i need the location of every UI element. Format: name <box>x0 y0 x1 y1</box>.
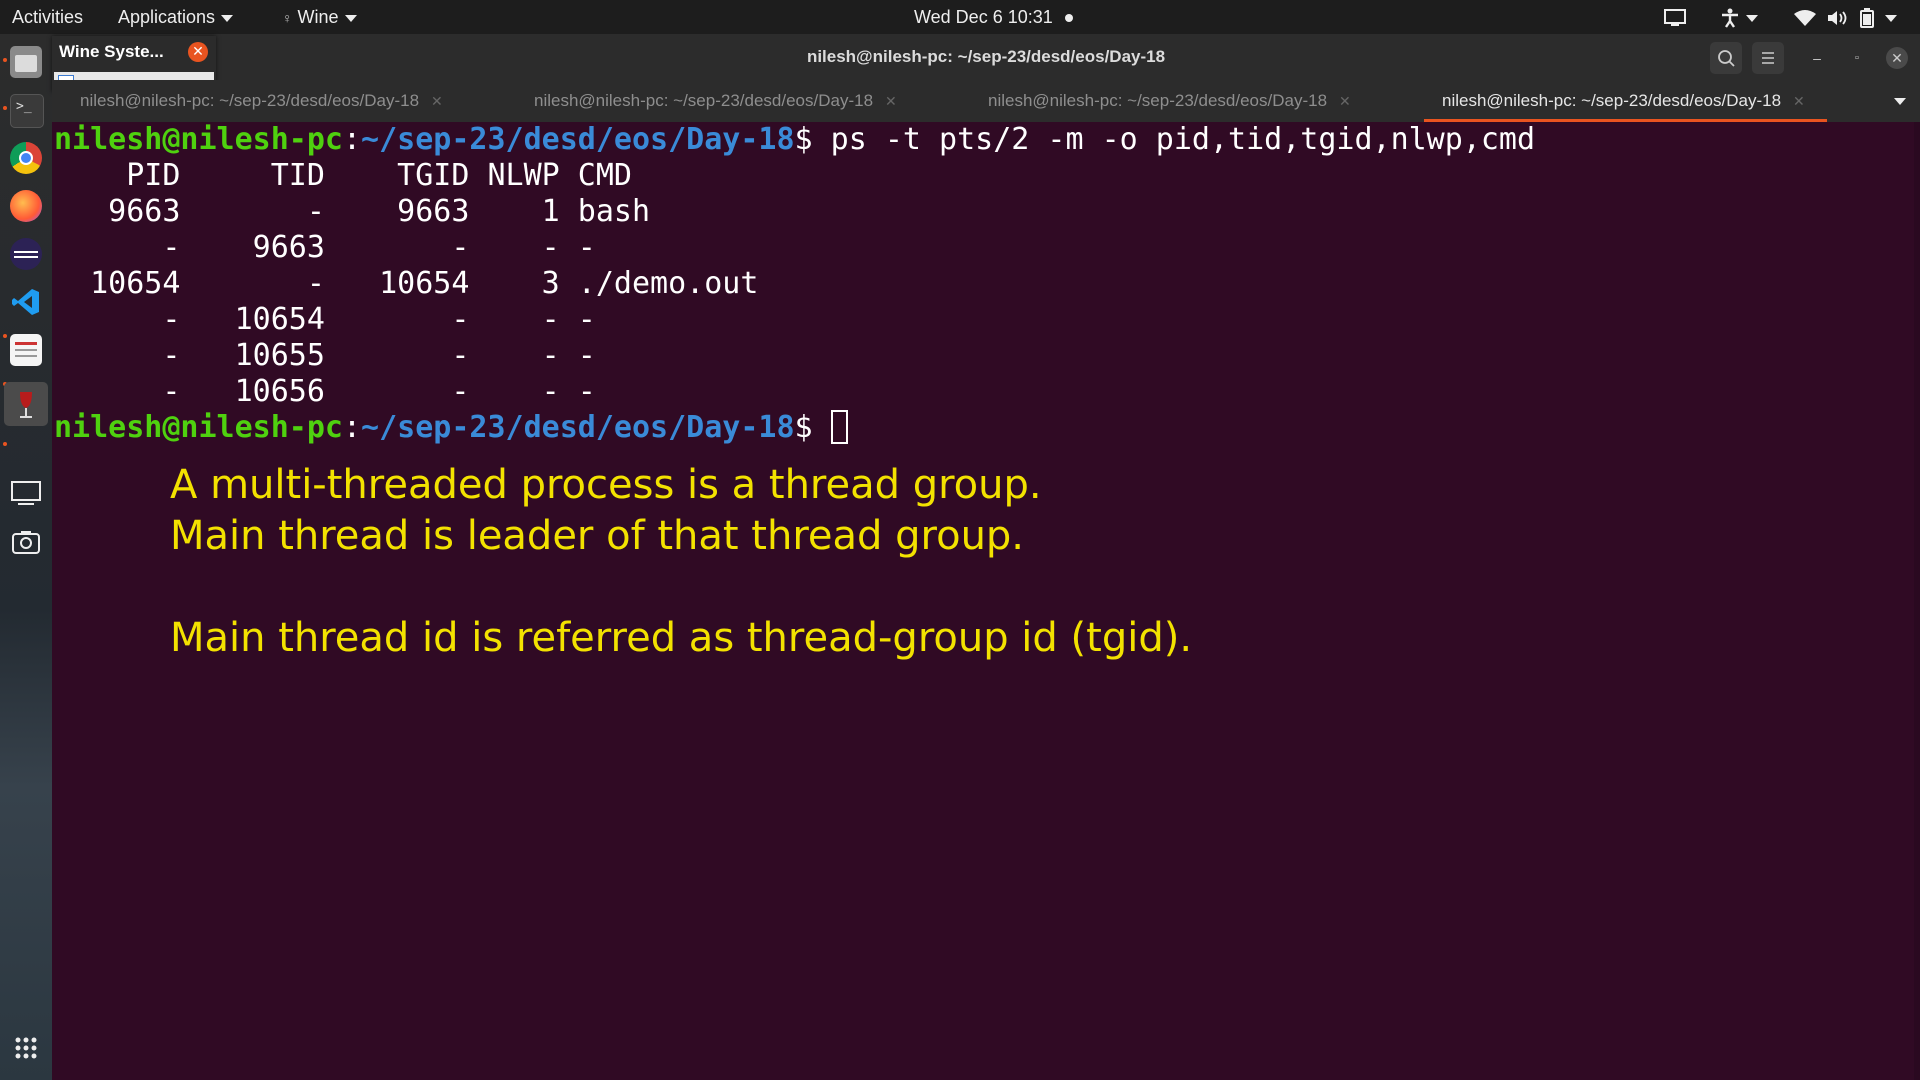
running-indicator <box>3 442 7 446</box>
output-line: - 10656 - - - <box>54 374 596 409</box>
running-indicator <box>3 58 7 62</box>
accessibility-menu[interactable] <box>1720 0 1758 34</box>
wine-glass-icon: ♀ <box>282 10 293 26</box>
window-headerbar: nilesh@nilesh-pc: ~/sep-23/desd/eos/Day-… <box>52 34 1920 80</box>
command-text: ps -t pts/2 -m -o pid,tid,tgid,nlwp,cmd <box>830 122 1536 157</box>
accessibility-icon <box>1722 8 1738 28</box>
chrome-icon[interactable] <box>10 142 42 174</box>
search-button[interactable] <box>1710 42 1742 74</box>
close-tab-icon[interactable]: ✕ <box>885 93 897 109</box>
prompt-dollar: $ <box>794 122 831 157</box>
prompt-line: nilesh@nilesh-pc:~/sep-23/desd/eos/Day-1… <box>54 410 848 446</box>
vscode-icon[interactable] <box>10 286 42 318</box>
minimize-button[interactable]: – <box>1806 47 1828 69</box>
clock-label: Wed Dec 6 10:31 <box>914 7 1053 27</box>
close-tab-icon[interactable]: ✕ <box>431 93 443 109</box>
tab-label: nilesh@nilesh-pc: ~/sep-23/desd/eos/Day-… <box>988 91 1328 110</box>
tab-bar: nilesh@nilesh-pc: ~/sep-23/desd/eos/Day-… <box>52 80 1920 122</box>
running-indicator <box>3 106 7 110</box>
prompt-path: ~/sep-23/desd/eos/Day-18 <box>361 122 795 157</box>
applications-menu[interactable]: Applications <box>118 0 234 34</box>
prompt-user: nilesh@nilesh-pc <box>54 122 343 157</box>
tab-label: nilesh@nilesh-pc: ~/sep-23/desd/eos/Day-… <box>80 91 420 110</box>
wifi-icon <box>1794 10 1816 27</box>
applications-label: Applications <box>118 7 216 27</box>
prompt-separator: : <box>342 410 362 445</box>
wine-icon[interactable] <box>4 382 48 426</box>
terminal-tab[interactable]: nilesh@nilesh-pc: ~/sep-23/desd/eos/Day-… <box>80 80 443 122</box>
close-tab-icon[interactable]: ✕ <box>1339 93 1351 109</box>
terminal-view[interactable]: nilesh@nilesh-pc:~/sep-23/desd/eos/Day-1… <box>52 122 1920 1080</box>
output-line: - 9663 - - - <box>54 230 596 265</box>
activities-button[interactable]: Activities <box>12 0 83 34</box>
prompt-user: nilesh@nilesh-pc <box>54 410 343 445</box>
chevron-down-icon <box>1885 14 1898 22</box>
prompt-dollar: $ <box>794 410 831 445</box>
annotation-line: Main thread id is referred as thread-gro… <box>170 615 1193 661</box>
wine-app-menu[interactable]: ♀ Wine <box>282 0 357 34</box>
running-indicator <box>3 334 7 338</box>
terminal-tab[interactable]: nilesh@nilesh-pc: ~/sep-23/desd/eos/Day-… <box>988 80 1351 122</box>
terminal-icon[interactable]: >_ <box>10 94 44 128</box>
maximize-button[interactable]: ▫ <box>1846 47 1868 69</box>
screenshot-icon[interactable] <box>10 526 42 558</box>
annotation-line: A multi-threaded process is a thread gro… <box>170 462 1042 508</box>
top-bar: Activities Applications ♀ Wine Wed Dec 6… <box>0 0 1920 34</box>
notification-dot-icon <box>1064 14 1073 23</box>
close-icon[interactable]: ✕ <box>188 42 208 62</box>
output-line: 9663 - 9663 1 bash <box>54 194 651 229</box>
terminal-tab[interactable]: nilesh@nilesh-pc: ~/sep-23/desd/eos/Day-… <box>534 80 897 122</box>
clock[interactable]: Wed Dec 6 10:31 <box>914 0 1073 34</box>
terminal-scrollbar[interactable] <box>1914 122 1920 1080</box>
wine-popup-title: Wine Syste... <box>59 42 164 61</box>
dock: >_ <box>0 34 52 1080</box>
volume-icon <box>1828 11 1847 26</box>
firefox-icon[interactable] <box>10 190 42 222</box>
tab-list-dropdown[interactable] <box>1888 80 1906 122</box>
system-menu[interactable] <box>1794 0 1898 34</box>
output-line: - 10654 - - - <box>54 302 596 337</box>
output-header-line: PID TID TGID NLWP CMD <box>54 158 632 193</box>
output-line: 10654 - 10654 3 ./demo.out <box>54 266 759 301</box>
close-tab-icon[interactable]: ✕ <box>1793 93 1805 109</box>
close-button[interactable]: ✕ <box>1886 47 1908 69</box>
hamburger-icon <box>1762 52 1774 64</box>
battery-icon <box>1860 8 1875 29</box>
prompt-path: ~/sep-23/desd/eos/Day-18 <box>361 410 795 445</box>
search-icon <box>1718 50 1735 67</box>
annotation-line: Main thread is leader of that thread gro… <box>170 513 1025 559</box>
tab-label: nilesh@nilesh-pc: ~/sep-23/desd/eos/Day-… <box>534 91 874 110</box>
display-icon[interactable] <box>10 478 42 510</box>
output-line: - 10655 - - - <box>54 338 596 373</box>
command-line: nilesh@nilesh-pc:~/sep-23/desd/eos/Day-1… <box>54 122 1535 158</box>
chevron-down-icon <box>221 14 234 22</box>
app-grid-icon[interactable] <box>10 1032 42 1064</box>
menu-button[interactable] <box>1752 42 1784 74</box>
terminal-tab-active[interactable]: nilesh@nilesh-pc: ~/sep-23/desd/eos/Day-… <box>1424 80 1827 122</box>
prompt-separator: : <box>342 122 362 157</box>
chevron-down-icon <box>1746 14 1758 22</box>
files-icon[interactable] <box>10 46 42 78</box>
eclipse-icon[interactable] <box>10 238 42 270</box>
window-title: nilesh@nilesh-pc: ~/sep-23/desd/eos/Day-… <box>806 47 1166 66</box>
chevron-down-icon <box>1894 98 1906 106</box>
text-editor-icon[interactable] <box>10 334 42 366</box>
chevron-down-icon <box>344 14 357 22</box>
text-cursor <box>830 410 848 444</box>
wine-menu-label: Wine <box>297 7 339 27</box>
tab-label: nilesh@nilesh-pc: ~/sep-23/desd/eos/Day-… <box>1442 91 1782 110</box>
screen-share-icon[interactable] <box>1664 0 1686 34</box>
